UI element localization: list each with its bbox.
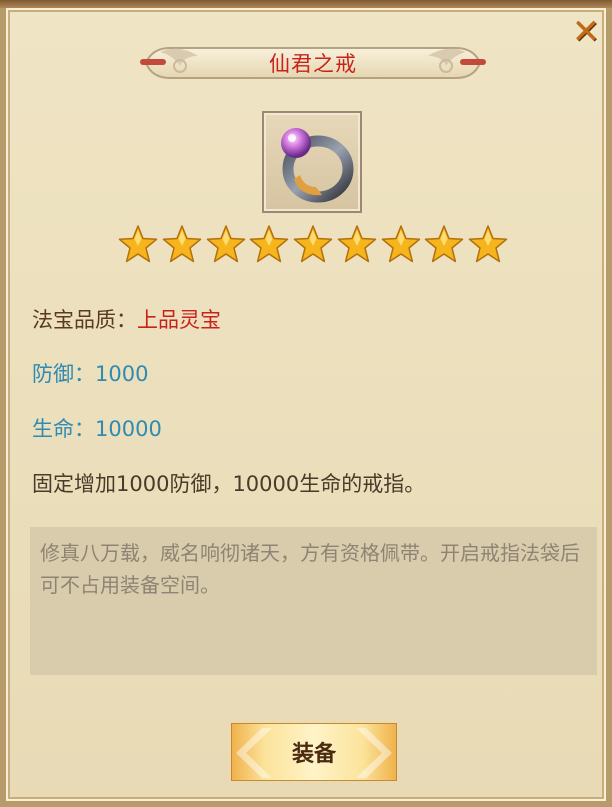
chevron-right-icon	[356, 728, 392, 778]
star-icon	[293, 225, 333, 263]
star-icon	[206, 225, 245, 263]
equip-button[interactable]: 装备	[231, 723, 397, 781]
star-icon	[425, 225, 464, 263]
star-rating	[118, 224, 508, 268]
close-button[interactable]: ✕	[570, 14, 602, 50]
item-icon-frame[interactable]	[262, 111, 362, 213]
star-icon	[118, 225, 158, 263]
item-description: 固定增加1000防御，10000生命的戒指。	[32, 472, 426, 496]
defense-stat: 防御：1000	[32, 362, 149, 386]
equip-label: 装备	[291, 742, 336, 767]
quality-value: 上品灵宝	[137, 308, 221, 332]
ring-icon	[281, 128, 354, 203]
close-icon: ✕	[571, 12, 601, 52]
title-banner: 仙君之戒	[140, 42, 486, 84]
quality-line: 法宝品质：上品灵宝	[32, 304, 221, 334]
star-icon	[250, 225, 289, 263]
star-icon	[162, 225, 201, 263]
lore-text: 修真八万载，威名响彻诸天，方有资格佩带。开启戒指法袋后可不占用装备空间。	[30, 527, 597, 675]
star-icon	[337, 225, 376, 263]
life-stat: 生命：10000	[32, 417, 162, 441]
panel-top-edge	[0, 0, 612, 8]
star-icon	[468, 225, 508, 263]
star-icon	[381, 225, 420, 263]
item-title: 仙君之戒	[269, 52, 357, 76]
chevron-left-icon	[236, 728, 272, 778]
quality-label: 法宝品质：	[32, 308, 137, 332]
